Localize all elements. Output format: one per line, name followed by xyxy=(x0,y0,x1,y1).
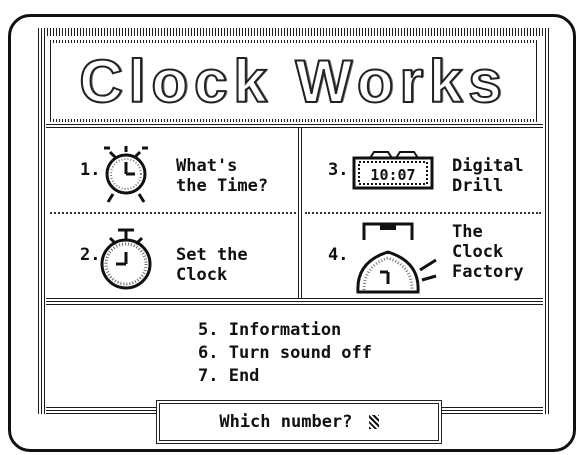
option-information[interactable]: 5. Information xyxy=(198,320,341,340)
row-divider-left xyxy=(50,212,296,214)
menu-item-label: Digital Drill xyxy=(452,156,524,196)
menu-item-label: Set the Clock xyxy=(176,245,248,285)
text-cursor xyxy=(368,415,379,429)
grid-separator xyxy=(46,298,543,305)
alarm-clock-icon xyxy=(104,146,148,203)
title-box: Clock Works xyxy=(52,42,535,120)
option-end[interactable]: 7. End xyxy=(198,366,259,386)
digital-clock-icon: 10:07 xyxy=(352,151,434,190)
timer-clock-icon xyxy=(100,228,152,290)
number-prompt[interactable]: Which number? xyxy=(156,400,442,444)
option-turn-sound-off[interactable]: 6. Turn sound off xyxy=(198,343,372,363)
menu-item-label: The Clock Factory xyxy=(452,222,524,282)
prompt-label: Which number? xyxy=(219,412,363,432)
menu-item-number: 4. xyxy=(328,245,349,265)
factory-clock-icon xyxy=(356,222,437,294)
digital-clock-display: 10:07 xyxy=(370,166,415,184)
menu-item-number: 3. xyxy=(328,160,349,180)
title-separator xyxy=(46,122,543,128)
menu-item-label: What's the Time? xyxy=(176,156,269,196)
row-divider-right xyxy=(305,212,541,214)
game-title: Clock Works xyxy=(78,47,508,116)
center-divider xyxy=(298,128,303,298)
